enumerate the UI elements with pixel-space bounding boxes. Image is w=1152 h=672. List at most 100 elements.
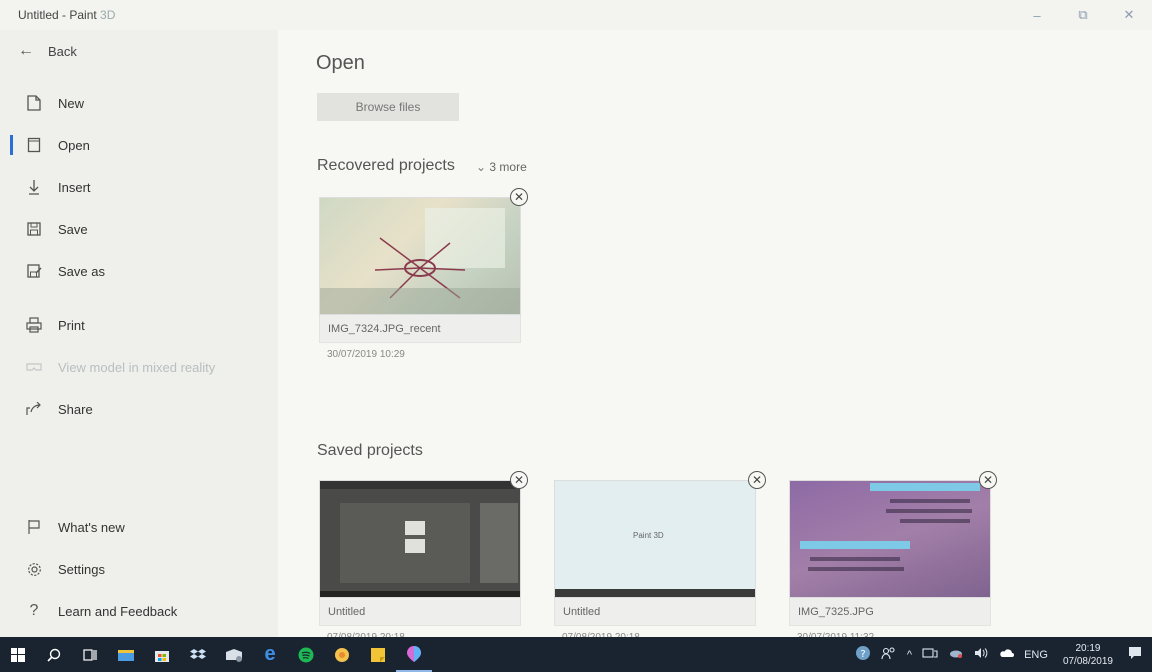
- sidebar-item-label: New: [58, 95, 85, 111]
- windows-start-icon[interactable]: [0, 637, 36, 672]
- sidebar-item-new[interactable]: New: [0, 88, 278, 118]
- clock-time: 20:19: [1075, 642, 1101, 654]
- file-explorer-icon[interactable]: [108, 637, 144, 672]
- sidebar-item-settings[interactable]: Settings: [0, 554, 278, 584]
- open-panel: Open Browse files Recovered projects ⌄ 3…: [278, 30, 1152, 643]
- recovered-projects-heading: Recovered projects: [317, 157, 455, 174]
- saved-projects-heading: Saved projects: [317, 442, 423, 459]
- project-name: IMG_7325.JPG: [789, 598, 991, 626]
- system-tray: ? ^ ENG 20:19 07/08/2019: [850, 637, 1152, 672]
- sticky-notes-icon[interactable]: [360, 637, 396, 672]
- insert-icon: [24, 179, 44, 195]
- back-button[interactable]: ← Back: [18, 42, 77, 60]
- saved-project-card[interactable]: IMG_7325.JPG 30/07/2019 11:32: [789, 480, 991, 643]
- paint-3d-icon[interactable]: [396, 637, 432, 672]
- taskbar: e ? ^ ENG 20:19 07/08/2019: [0, 637, 1152, 672]
- page-title: Open: [316, 52, 365, 74]
- spotify-icon[interactable]: [288, 637, 324, 672]
- project-thumbnail: [319, 480, 521, 598]
- store-icon[interactable]: [144, 637, 180, 672]
- project-thumbnail: Paint 3D: [554, 480, 756, 598]
- window-title: Untitled - Paint 3D: [0, 8, 115, 22]
- project-thumbnail: [319, 197, 521, 315]
- sidebar-item-label: Save: [58, 221, 88, 237]
- close-window-button[interactable]: ✕: [1106, 0, 1152, 30]
- paint-3d-thumb-label: Paint 3D: [633, 531, 664, 540]
- sidebar-item-save-as[interactable]: Save as: [0, 256, 278, 286]
- sidebar-item-label: Open: [58, 137, 90, 153]
- window-title-main: Untitled - Paint: [18, 8, 97, 22]
- project-name: Untitled: [319, 598, 521, 626]
- sidebar-item-label: Learn and Feedback: [58, 603, 178, 619]
- svg-text:?: ?: [860, 649, 865, 660]
- language-indicator[interactable]: ENG: [1024, 649, 1048, 661]
- sidebar-item-whats-new[interactable]: What's new: [0, 512, 278, 542]
- remove-saved-button[interactable]: ✕: [510, 471, 528, 489]
- mail-icon[interactable]: [216, 637, 252, 672]
- paint-icon[interactable]: [324, 637, 360, 672]
- sidebar-item-save[interactable]: Save: [0, 214, 278, 244]
- close-icon: ✕: [982, 473, 994, 487]
- cloud-sync-icon[interactable]: [948, 647, 964, 662]
- onedrive-icon[interactable]: [998, 648, 1015, 661]
- project-name: IMG_7324.JPG_recent: [319, 315, 521, 343]
- thumb-taskbar: [555, 589, 755, 597]
- sidebar-item-insert[interactable]: Insert: [0, 172, 278, 202]
- sidebar-item-label: Print: [58, 317, 85, 333]
- saved-project-card[interactable]: Untitled 07/08/2019 20:18: [319, 480, 521, 643]
- save-as-icon: [24, 264, 44, 278]
- close-icon: ✕: [751, 473, 763, 487]
- gear-icon: [24, 562, 44, 577]
- remove-saved-button[interactable]: ✕: [748, 471, 766, 489]
- browse-files-button[interactable]: Browse files: [317, 93, 459, 121]
- volume-icon[interactable]: [974, 647, 988, 662]
- back-arrow-icon: ←: [18, 42, 34, 59]
- title-bar: Untitled - Paint 3D – ⧉ ✕: [0, 0, 1152, 30]
- sidebar-item-label: What's new: [58, 519, 125, 535]
- print-icon: [24, 317, 44, 333]
- dropbox-icon[interactable]: [180, 637, 216, 672]
- project-name: Untitled: [554, 598, 756, 626]
- show-more-link[interactable]: ⌄ 3 more: [476, 160, 527, 174]
- search-icon[interactable]: [36, 637, 72, 672]
- sidebar-item-label: Share: [58, 401, 93, 417]
- sidebar-item-label: Insert: [58, 179, 91, 195]
- remove-recovered-button[interactable]: ✕: [510, 188, 528, 206]
- network-icon[interactable]: [922, 647, 938, 662]
- people-icon[interactable]: [881, 646, 897, 663]
- open-file-icon: [24, 137, 44, 153]
- task-view-icon[interactable]: [72, 637, 108, 672]
- window-controls: – ⧉ ✕: [1014, 0, 1152, 30]
- project-date: 30/07/2019 10:29: [327, 349, 405, 360]
- minimize-button[interactable]: –: [1014, 0, 1060, 30]
- sidebar-item-label: Save as: [58, 263, 105, 279]
- flag-icon: [24, 519, 44, 535]
- chevron-up-icon[interactable]: ^: [907, 649, 912, 661]
- sidebar-item-learn-feedback[interactable]: ? Learn and Feedback: [0, 596, 278, 626]
- sidebar: ← Back New Open Insert Save Save as Prin…: [0, 30, 278, 637]
- more-count: 3 more: [489, 160, 527, 174]
- share-icon: [24, 402, 44, 416]
- sidebar-item-print[interactable]: Print: [0, 310, 278, 340]
- close-icon: ✕: [513, 473, 525, 487]
- restore-button[interactable]: ⧉: [1060, 0, 1106, 30]
- chevron-down-icon: ⌄: [476, 160, 487, 174]
- help-icon: ?: [29, 602, 39, 619]
- remove-saved-button[interactable]: ✕: [979, 471, 997, 489]
- active-indicator: [10, 135, 13, 155]
- help-tray-icon[interactable]: ?: [855, 645, 871, 664]
- clock[interactable]: 20:19 07/08/2019: [1063, 642, 1113, 668]
- sidebar-item-label: Settings: [58, 561, 105, 577]
- back-label: Back: [48, 43, 77, 59]
- project-thumbnail: [789, 480, 991, 598]
- window-title-suffix: 3D: [100, 8, 116, 22]
- sidebar-item-share[interactable]: Share: [0, 394, 278, 424]
- saved-project-card[interactable]: Paint 3D Untitled 07/08/2019 20:18: [554, 480, 756, 643]
- sidebar-item-open[interactable]: Open: [0, 130, 278, 160]
- close-icon: ✕: [513, 190, 525, 204]
- edge-icon[interactable]: e: [252, 637, 288, 672]
- notification-icon[interactable]: [1128, 646, 1142, 663]
- recovered-project-card[interactable]: IMG_7324.JPG_recent 30/07/2019 10:29: [319, 197, 521, 360]
- clock-date: 07/08/2019: [1062, 655, 1113, 667]
- save-icon: [24, 222, 44, 236]
